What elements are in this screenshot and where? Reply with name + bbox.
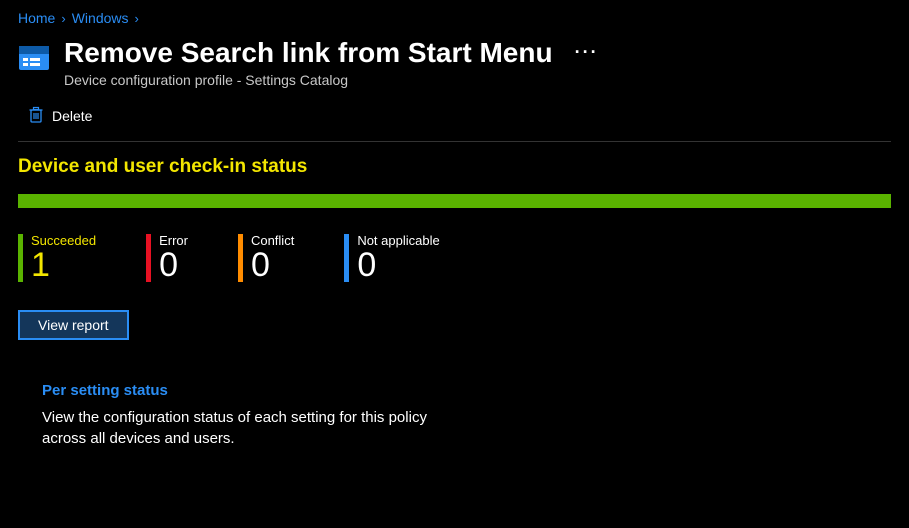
stat-color-bar: [18, 234, 23, 282]
stat-color-bar: [344, 234, 349, 282]
breadcrumb-home[interactable]: Home: [18, 10, 55, 26]
stat-value: 0: [357, 248, 439, 282]
per-setting-status-title[interactable]: Per setting status: [42, 382, 432, 399]
per-setting-status-card[interactable]: Per setting status View the configuratio…: [30, 366, 450, 469]
page-title: Remove Search link from Start Menu: [64, 36, 553, 70]
checkin-status-heading: Device and user check-in status: [0, 142, 909, 188]
stat-not-applicable[interactable]: Not applicable 0: [344, 234, 439, 282]
toolbar: Delete: [0, 96, 909, 135]
stat-color-bar: [146, 234, 151, 282]
stat-value: 0: [159, 248, 188, 282]
delete-button[interactable]: Delete: [28, 106, 92, 127]
breadcrumb: Home › Windows ›: [0, 0, 909, 32]
stat-error[interactable]: Error 0: [146, 234, 188, 282]
page-header: Remove Search link from Start Menu ··· D…: [0, 32, 909, 96]
chevron-right-icon: ›: [61, 11, 65, 26]
breadcrumb-windows[interactable]: Windows: [72, 10, 129, 26]
stat-value: 0: [251, 248, 294, 282]
profile-icon: [18, 42, 50, 74]
stat-conflict[interactable]: Conflict 0: [238, 234, 294, 282]
more-actions-button[interactable]: ···: [571, 42, 603, 64]
status-progress-bar: [18, 194, 891, 208]
stat-value: 1: [31, 248, 96, 282]
stat-color-bar: [238, 234, 243, 282]
page-subtitle: Device configuration profile - Settings …: [64, 72, 603, 88]
per-setting-status-desc: View the configuration status of each se…: [42, 407, 432, 449]
view-report-button[interactable]: View report: [18, 310, 129, 340]
chevron-right-icon: ›: [135, 11, 139, 26]
delete-label: Delete: [52, 108, 92, 124]
stat-succeeded[interactable]: Succeeded 1: [18, 234, 96, 282]
trash-icon: [28, 106, 44, 127]
status-stats: Succeeded 1 Error 0 Conflict 0 Not appli…: [0, 208, 909, 292]
